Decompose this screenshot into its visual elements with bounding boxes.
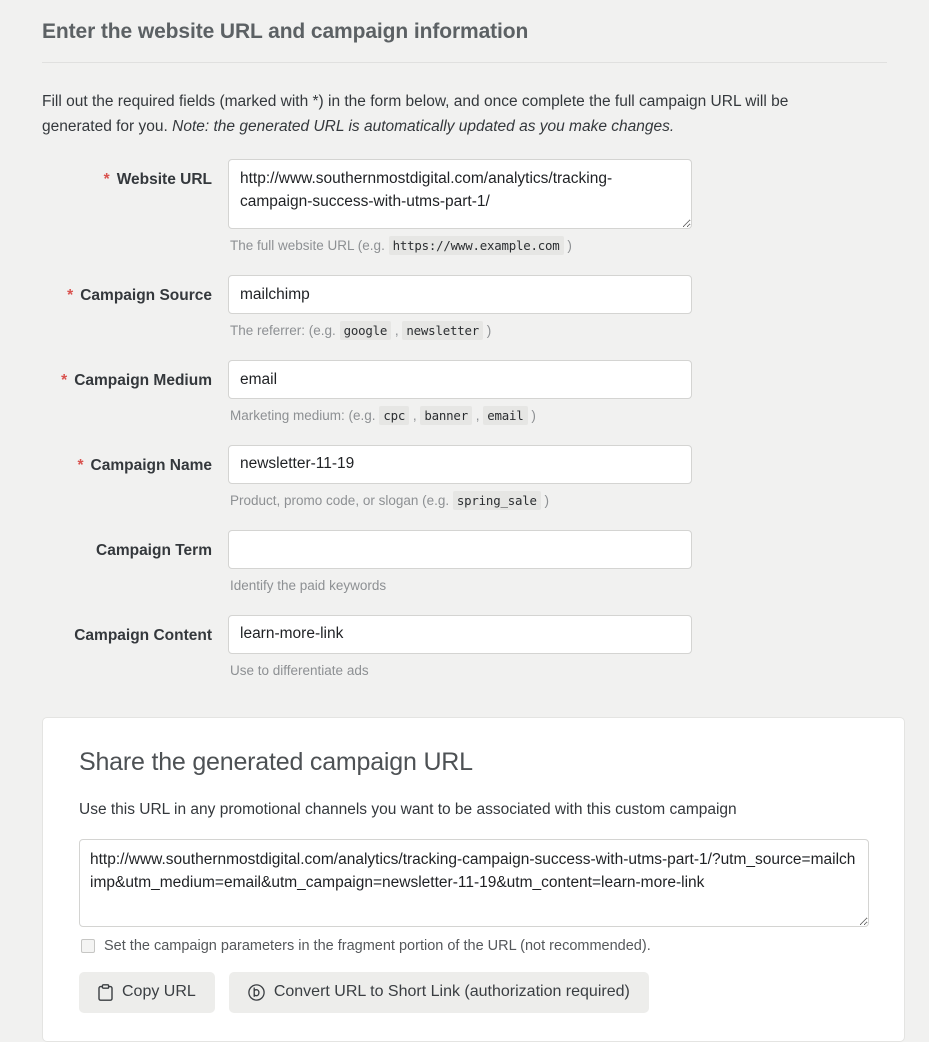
campaign-form: * Website URL The full website URL (e.g. h…: [0, 139, 929, 698]
field-hint-campaign-term: Identify the paid keywords: [228, 569, 692, 614]
field-hint-campaign-name: Product, promo code, or slogan (e.g. spr…: [228, 484, 692, 529]
hint-text: The referrer: (e.g.: [230, 323, 336, 339]
field-label-website-url: * Website URL: [0, 159, 228, 189]
intro-paragraph: Fill out the required fields (marked wit…: [0, 63, 900, 139]
copy-url-button-label: Copy URL: [122, 983, 196, 1001]
hint-suffix: ): [567, 238, 572, 254]
fragment-checkbox-label: Set the campaign parameters in the fragm…: [104, 937, 651, 954]
field-input-col: The referrer: (e.g. google , newsletter …: [228, 275, 692, 359]
action-button-row: Copy URL Convert URL to Short Link (auth…: [79, 971, 868, 1013]
campaign-name-input[interactable]: [228, 444, 692, 484]
hint-text: The full website URL (e.g.: [230, 238, 385, 254]
field-label-text: Campaign Name: [90, 456, 212, 474]
field-label-campaign-medium: * Campaign Medium: [0, 360, 228, 390]
campaign-content-input[interactable]: [228, 614, 692, 654]
field-input-col: The full website URL (e.g. https://www.e…: [228, 159, 692, 274]
field-row-campaign-term: Campaign Term Identify the paid keywords: [0, 529, 929, 614]
intro-note: Note: the generated URL is automatically…: [172, 118, 675, 136]
field-label-text: Campaign Medium: [74, 372, 212, 389]
convert-short-link-button-label: Convert URL to Short Link (authorization…: [273, 983, 630, 1001]
hint-code-sample: newsletter: [402, 321, 484, 341]
share-panel: Share the generated campaign URL Use thi…: [42, 716, 905, 1042]
clipboard-icon: [98, 983, 113, 1001]
page-header: Enter the website URL and campaign infor…: [0, 0, 929, 63]
campaign-source-input[interactable]: [228, 275, 692, 315]
field-label-text: Website URL: [116, 171, 212, 189]
field-label-campaign-term: Campaign Term: [0, 530, 228, 560]
required-marker: *: [61, 372, 68, 389]
field-label-text: Campaign Term: [96, 541, 212, 559]
hint-text: Product, promo code, or slogan (e.g.: [230, 492, 450, 508]
hint-text: Identify the paid keywords: [230, 577, 387, 593]
field-row-campaign-name: * Campaign Name Product, promo code, or sl…: [0, 444, 929, 529]
fragment-checkbox[interactable]: [81, 938, 95, 953]
hint-code-sample: https://www.example.com: [388, 236, 564, 256]
field-input-col: Identify the paid keywords: [228, 529, 692, 614]
hint-text: Use to differentiate ads: [230, 662, 369, 678]
field-row-website-url: * Website URL The full website URL (e.g. h…: [0, 159, 929, 274]
hint-code-sample: spring_sale: [452, 490, 541, 510]
hint-suffix: ): [544, 492, 550, 508]
convert-short-link-button[interactable]: Convert URL to Short Link (authorization…: [228, 971, 649, 1013]
hint-suffix: ): [486, 323, 492, 339]
utm-builder-page: Enter the website URL and campaign infor…: [0, 0, 929, 1042]
hint-suffix: ): [531, 408, 536, 423]
field-row-campaign-medium: * Campaign Medium Marketing medium: (e.g. …: [0, 360, 929, 444]
field-hint-campaign-medium: Marketing medium: (e.g. cpc , banner , e…: [230, 406, 536, 425]
copy-url-button[interactable]: Copy URL: [79, 971, 215, 1013]
hint-code-sample: email: [483, 406, 528, 425]
required-marker: *: [103, 171, 110, 189]
hint-code-sample: banner: [420, 406, 472, 425]
field-label-campaign-name: * Campaign Name: [0, 445, 228, 475]
website-url-input[interactable]: [228, 159, 692, 230]
share-panel-subtitle: Use this URL in any promotional channels…: [79, 800, 737, 818]
field-label-text: Campaign Source: [80, 287, 212, 305]
hint-text: Marketing medium: (e.g.: [230, 408, 376, 423]
generated-url-textarea[interactable]: http://www.southernmostdigital.com/analy…: [79, 838, 869, 927]
field-row-campaign-content: Campaign Content Use to differentiate ads: [0, 614, 929, 699]
field-input-col: Marketing medium: (e.g. cpc , banner , e…: [228, 360, 692, 444]
campaign-medium-input[interactable]: [228, 360, 692, 399]
field-input-col: Product, promo code, or slogan (e.g. spr…: [228, 444, 692, 529]
required-marker: *: [67, 287, 74, 305]
field-label-text: Campaign Content: [74, 626, 212, 644]
campaign-term-input[interactable]: [228, 529, 692, 569]
field-hint-website-url: The full website URL (e.g. https://www.e…: [228, 229, 692, 274]
hint-code-sample: google: [339, 321, 392, 341]
bitly-icon: [248, 983, 265, 1001]
share-panel-title: Share the generated campaign URL: [79, 747, 473, 776]
field-input-col: Use to differentiate ads: [228, 614, 692, 699]
field-label-campaign-source: * Campaign Source: [0, 275, 228, 305]
field-label-campaign-content: Campaign Content: [0, 615, 228, 645]
field-hint-campaign-content: Use to differentiate ads: [228, 654, 692, 699]
field-row-campaign-source: * Campaign Source The referrer: (e.g. goog…: [0, 275, 929, 359]
field-hint-campaign-source: The referrer: (e.g. google , newsletter …: [230, 321, 492, 341]
hint-code-sample: cpc: [379, 406, 410, 425]
page-title: Enter the website URL and campaign infor…: [42, 20, 529, 43]
fragment-checkbox-row[interactable]: Set the campaign parameters in the fragm…: [81, 938, 868, 954]
required-marker: *: [77, 456, 84, 474]
